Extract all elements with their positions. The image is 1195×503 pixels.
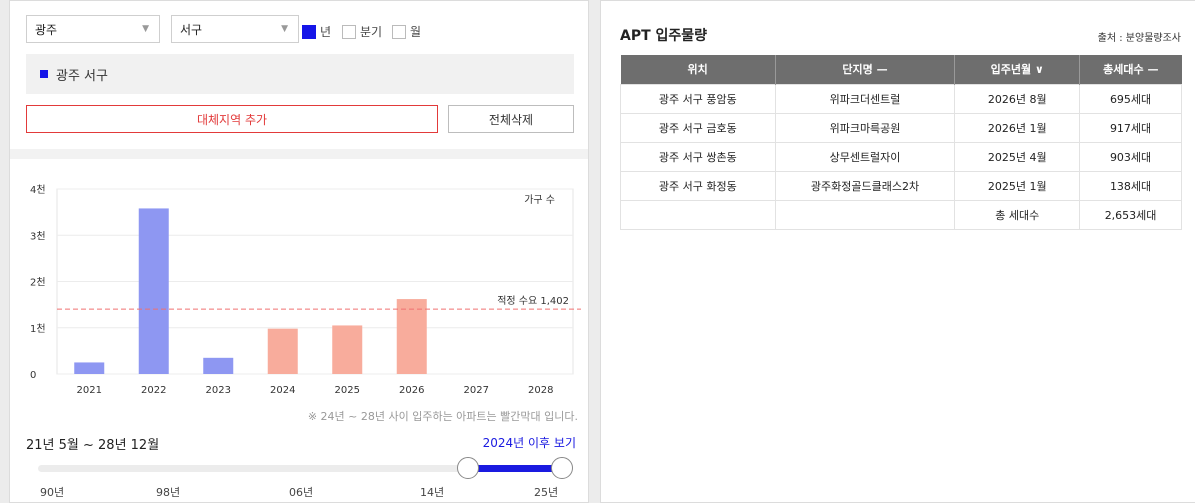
x-tick-label: 2023 (206, 385, 231, 396)
period-quarter-checkbox[interactable]: 분기 (342, 23, 382, 40)
city-select-value: 광주 (35, 22, 58, 37)
add-alt-region-button[interactable]: 대체지역 추가 (26, 105, 438, 133)
selected-region-tag: 광주 서구 (26, 54, 574, 94)
x-tick-label: 2027 (464, 385, 489, 396)
city-select[interactable]: 광주 ▼ (26, 15, 160, 43)
x-tick-label: 2021 (77, 385, 102, 396)
supply-table: 위치 단지명 — 입주년월 ∨ 총세대수 — 광주 서구 풍암동 위파크더센트럴 2… (620, 55, 1182, 230)
cell-complex: 광주화정골드클래스2차 (774, 170, 956, 201)
y-tick-label: 1천 (30, 323, 46, 335)
period-year-checkbox[interactable]: 년 (302, 23, 331, 40)
section-divider (10, 149, 588, 159)
cell-move-in: 2026년 8월 (954, 83, 1081, 114)
selected-region-label: 광주 서구 (56, 68, 108, 84)
slider-tick-label: 98년 (156, 486, 181, 499)
total-value: 2,653세대 (1079, 199, 1182, 230)
period-month-checkbox[interactable]: 월 (392, 23, 421, 40)
district-select[interactable]: 서구 ▼ (171, 15, 299, 43)
slider-tick-label: 14년 (420, 486, 445, 499)
supply-title: APT 입주물량 (620, 28, 708, 44)
cell-location: 광주 서구 풍암동 (620, 83, 776, 114)
checkbox-unchecked-icon (342, 24, 356, 39)
empty-cell (774, 199, 956, 230)
bar-2023[interactable] (203, 357, 234, 374)
period-quarter-label: 분기 (360, 25, 383, 39)
cell-units: 138세대 (1079, 170, 1182, 201)
x-tick-label: 2026 (399, 385, 424, 396)
chart-legend: 가구 수 (524, 194, 555, 206)
empty-cell (620, 199, 776, 230)
blue-square-icon (40, 70, 48, 78)
cell-units: 695세대 (1079, 83, 1182, 114)
period-month-label: 월 (410, 25, 422, 39)
reference-line-label: 적정 수요 1,402 (497, 295, 569, 307)
cell-complex: 상무센트럴자이 (774, 141, 956, 172)
y-tick-label: 4천 (30, 184, 46, 196)
household-bar-chart: 0 1천 2천 3천 4천 2021 2022 2023 2024 2025 2026 2027 202… (30, 184, 581, 396)
delete-all-button[interactable]: 전체삭제 (448, 105, 574, 133)
cell-move-in: 2025년 1월 (954, 170, 1081, 201)
year-slider-end-handle[interactable] (551, 457, 573, 479)
slider-tick-label: 25년 (534, 486, 559, 499)
checkbox-checked-icon (302, 24, 316, 39)
bar-2026[interactable] (396, 299, 427, 374)
cell-move-in: 2025년 4월 (954, 141, 1081, 172)
table-row: 광주 서구 풍암동 위파크더센트럴 2026년 8월 695세대 (620, 83, 1182, 114)
bar-2021[interactable] (74, 362, 105, 374)
x-tick-label: 2022 (141, 385, 166, 396)
col-location-header[interactable]: 위치 (620, 55, 776, 84)
bar-2022[interactable] (138, 208, 169, 374)
cell-complex: 위파크더센트럴 (774, 83, 956, 114)
slider-tick-label: 06년 (289, 486, 314, 499)
cell-units: 903세대 (1079, 141, 1182, 172)
chevron-down-icon: ▼ (281, 24, 288, 34)
y-tick-label: 3천 (30, 230, 46, 242)
table-row: 광주 서구 쌍촌동 상무센트럴자이 2025년 4월 903세대 (620, 141, 1182, 172)
table-row: 광주 서구 금호동 위파크마륵공원 2026년 1월 917세대 (620, 112, 1182, 143)
col-complex-header[interactable]: 단지명 — (775, 55, 956, 84)
y-tick-label: 2천 (30, 277, 46, 289)
period-range-label: 21년 5월 ~ 28년 12월 (26, 438, 160, 453)
year-slider-range (467, 465, 562, 472)
supply-source: 출처 : 분양물량조사 (1097, 33, 1181, 44)
x-tick-label: 2028 (528, 385, 553, 396)
table-row: 광주 서구 화정동 광주화정골드클래스2차 2025년 1월 138세대 (620, 170, 1182, 201)
chart-note: ※ 24년 ~ 28년 사이 입주하는 아파트는 빨간막대 입니다. (307, 410, 578, 423)
period-year-label: 년 (320, 25, 332, 39)
x-tick-label: 2025 (335, 385, 360, 396)
table-total-row: 총 세대수 2,653세대 (620, 199, 1182, 230)
cell-location: 광주 서구 화정동 (620, 170, 776, 201)
bar-2025[interactable] (332, 325, 363, 374)
cell-units: 917세대 (1079, 112, 1182, 143)
cell-location: 광주 서구 금호동 (620, 112, 776, 143)
household-chart-panel: 광주 ▼ 서구 ▼ 년 분기 월 광주 서구 대체지역 추가 전체삭제 0 1천 2… (9, 0, 589, 503)
cell-location: 광주 서구 쌍촌동 (620, 141, 776, 172)
supply-panel: APT 입주물량 출처 : 분양물량조사 위치 단지명 — 입주년월 ∨ 총세대… (600, 0, 1195, 503)
x-tick-label: 2024 (270, 385, 295, 396)
district-select-value: 서구 (180, 22, 203, 37)
checkbox-unchecked-icon (392, 24, 406, 39)
bar-2024[interactable] (267, 328, 298, 374)
y-tick-label: 0 (30, 370, 36, 381)
col-units-header[interactable]: 총세대수 — (1079, 55, 1182, 84)
col-move-in-header[interactable]: 입주년월 ∨ (954, 55, 1081, 84)
view-after-2024-link[interactable]: 2024년 이후 보기 (483, 434, 576, 451)
total-label: 총 세대수 (954, 199, 1081, 230)
cell-move-in: 2026년 1월 (954, 112, 1081, 143)
cell-complex: 위파크마륵공원 (774, 112, 956, 143)
slider-tick-label: 90년 (40, 486, 65, 499)
year-slider-start-handle[interactable] (456, 457, 479, 479)
chevron-down-icon: ▼ (142, 24, 149, 34)
